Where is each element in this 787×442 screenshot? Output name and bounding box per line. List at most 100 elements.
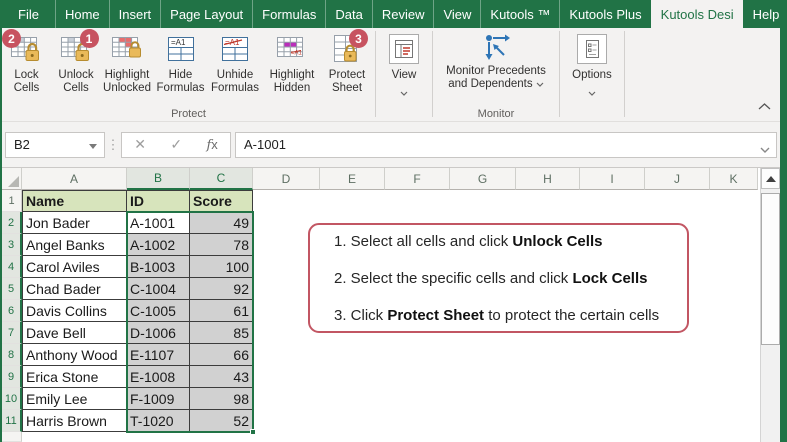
cell-name[interactable]: Chad Bader	[22, 278, 127, 300]
cell-name[interactable]: Emily Lee	[22, 388, 127, 410]
lock-cells-button[interactable]: 2 LockCells	[2, 28, 51, 95]
cell-empty[interactable]	[710, 234, 758, 256]
cell-empty[interactable]	[385, 190, 450, 212]
tab-file[interactable]: File	[0, 0, 55, 28]
cell-id[interactable]: D-1006	[127, 322, 190, 344]
tab-formulas[interactable]: Formulas	[252, 0, 325, 28]
cell-empty[interactable]	[580, 190, 645, 212]
view-button[interactable]: View	[389, 28, 419, 101]
monitor-precedents-button[interactable]: Monitor Precedents and Dependents	[446, 28, 546, 91]
cell-empty[interactable]	[645, 366, 710, 388]
cell-name[interactable]: Erica Stone	[22, 366, 127, 388]
protect-sheet-button[interactable]: 3 ProtectSheet	[322, 28, 372, 95]
row-header-12[interactable]	[2, 432, 22, 442]
cell-id[interactable]: C-1005	[127, 300, 190, 322]
cell-empty[interactable]	[516, 344, 580, 366]
cell-empty[interactable]	[450, 388, 516, 410]
cell-name[interactable]: Angel Banks	[22, 234, 127, 256]
column-header-a[interactable]: A	[22, 168, 127, 190]
cell-id[interactable]: E-1008	[127, 366, 190, 388]
cell-empty[interactable]	[710, 190, 758, 212]
cell-empty[interactable]	[385, 410, 450, 432]
cell-empty[interactable]	[253, 366, 320, 388]
cell-empty[interactable]	[253, 190, 320, 212]
scrollbar-thumb[interactable]	[761, 193, 780, 345]
row-header-1[interactable]: 1	[2, 190, 22, 212]
cell-empty[interactable]	[710, 366, 758, 388]
cell-empty[interactable]	[320, 410, 385, 432]
cell-empty[interactable]	[320, 344, 385, 366]
row-header-2[interactable]: 2	[2, 212, 22, 234]
tab-review[interactable]: Review	[372, 0, 434, 28]
cell-score[interactable]: 52	[190, 410, 253, 432]
row-header-3[interactable]: 3	[2, 234, 22, 256]
cell-score[interactable]: 92	[190, 278, 253, 300]
cell-score[interactable]: 98	[190, 388, 253, 410]
cell-empty[interactable]	[22, 432, 127, 442]
tab-home[interactable]: Home	[55, 0, 109, 28]
cell-empty[interactable]	[516, 190, 580, 212]
tab-kutools-plus[interactable]: Kutools Plus	[559, 0, 650, 28]
cancel-icon[interactable]: ✕	[134, 136, 146, 153]
row-header-9[interactable]: 9	[2, 366, 22, 388]
cell-empty[interactable]	[580, 366, 645, 388]
cell-empty[interactable]	[580, 344, 645, 366]
column-header-d[interactable]: D	[253, 168, 320, 190]
column-header-g[interactable]: G	[450, 168, 516, 190]
cell-empty[interactable]	[710, 388, 758, 410]
unlock-cells-button[interactable]: 1 UnlockCells	[51, 28, 101, 95]
row-header-11[interactable]: 11	[2, 410, 22, 432]
tab-page-layout[interactable]: Page Layout	[160, 0, 252, 28]
cell-empty[interactable]	[320, 366, 385, 388]
cell-empty[interactable]	[320, 190, 385, 212]
unhide-formulas-button[interactable]: =A1 UnhideFormulas	[207, 28, 263, 95]
row-header-4[interactable]: 4	[2, 256, 22, 278]
column-header-e[interactable]: E	[320, 168, 385, 190]
cell-empty[interactable]	[645, 190, 710, 212]
cell-empty[interactable]	[253, 388, 320, 410]
cell-empty[interactable]	[320, 388, 385, 410]
cell-header-score[interactable]: Score	[190, 190, 253, 212]
cell-name[interactable]: Jon Bader	[22, 212, 127, 234]
select-all-button[interactable]	[2, 168, 22, 190]
cell-score[interactable]: 49	[190, 212, 253, 234]
column-header-c[interactable]: C	[190, 168, 253, 190]
cell-id[interactable]: F-1009	[127, 388, 190, 410]
cell-name[interactable]: Anthony Wood	[22, 344, 127, 366]
cell-empty[interactable]	[645, 344, 710, 366]
cell-empty[interactable]	[580, 410, 645, 432]
options-button[interactable]: Options	[572, 28, 612, 101]
row-header-10[interactable]: 10	[2, 388, 22, 410]
row-header-7[interactable]: 7	[2, 322, 22, 344]
enter-icon[interactable]: ✓	[170, 136, 182, 153]
cell-empty[interactable]	[645, 388, 710, 410]
cell-empty[interactable]	[253, 344, 320, 366]
name-box[interactable]: B2	[5, 132, 105, 158]
hide-formulas-button[interactable]: =A1 HideFormulas	[154, 28, 207, 95]
expand-formula-bar-icon[interactable]	[760, 141, 770, 156]
cell-empty[interactable]	[253, 410, 320, 432]
cell-empty[interactable]	[710, 256, 758, 278]
highlight-hidden-button[interactable]: =A1 HighlightHidden	[263, 28, 321, 95]
highlight-unlocked-button[interactable]: HighlightUnlocked	[101, 28, 153, 95]
tab-data[interactable]: Data	[325, 0, 371, 28]
row-header-8[interactable]: 8	[2, 344, 22, 366]
cell-empty[interactable]	[450, 410, 516, 432]
cell-empty[interactable]	[710, 278, 758, 300]
cell-score[interactable]: 78	[190, 234, 253, 256]
column-header-j[interactable]: J	[645, 168, 710, 190]
column-header-i[interactable]: I	[580, 168, 645, 190]
cell-id[interactable]: E-1107	[127, 344, 190, 366]
cell-name[interactable]: Davis Collins	[22, 300, 127, 322]
formula-input[interactable]: A-1001	[235, 132, 777, 158]
cell-empty[interactable]	[385, 366, 450, 388]
tab-view[interactable]: View	[433, 0, 480, 28]
collapse-ribbon-button[interactable]	[758, 97, 771, 115]
cell-name[interactable]: Harris Brown	[22, 410, 127, 432]
tab-kutools[interactable]: Kutools ™	[480, 0, 559, 28]
cell-score[interactable]: 66	[190, 344, 253, 366]
cell-header-name[interactable]: Name	[22, 190, 127, 212]
active-cell-b2[interactable]: A-1001	[127, 212, 190, 234]
column-header-b[interactable]: B	[127, 168, 190, 190]
cell-empty[interactable]	[450, 190, 516, 212]
